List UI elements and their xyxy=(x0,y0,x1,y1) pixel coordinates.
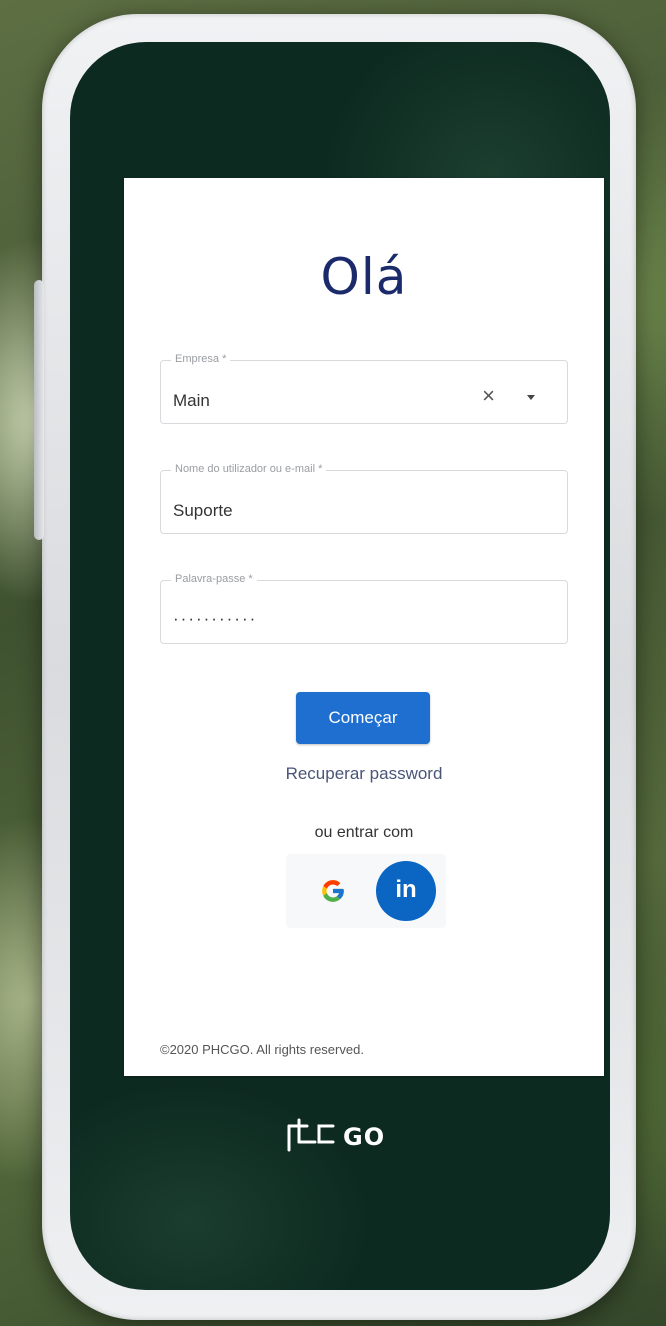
svg-text:GO: GO xyxy=(343,1123,385,1151)
greeting-title: Olá xyxy=(320,248,408,306)
username-field[interactable]: Nome do utilizador ou e-mail * Suporte xyxy=(160,463,568,534)
clear-icon[interactable]: × xyxy=(482,385,495,407)
company-select-label: Empresa * xyxy=(171,353,231,365)
phcgo-logo-icon: GO xyxy=(287,1118,385,1152)
social-login-group: in xyxy=(286,854,446,928)
start-button[interactable]: Começar xyxy=(296,692,430,744)
password-field-label: Palavra-passe * xyxy=(171,573,257,585)
linkedin-login-button[interactable]: in xyxy=(376,861,436,921)
google-login-button[interactable] xyxy=(308,866,358,916)
username-field-value: Suporte xyxy=(173,501,233,520)
copyright-text: ©2020 PHCGO. All rights reserved. xyxy=(160,1042,364,1057)
company-select-value: Main xyxy=(173,391,210,410)
password-field[interactable]: Palavra-passe * ··········· xyxy=(160,573,568,644)
linkedin-icon: in xyxy=(395,876,417,903)
google-icon xyxy=(322,880,344,902)
alternative-login-text: ou entrar com xyxy=(314,824,414,841)
username-field-label: Nome do utilizador ou e-mail * xyxy=(171,463,327,475)
recover-password-link[interactable]: Recuperar password xyxy=(124,764,604,784)
password-field-value: ··········· xyxy=(173,609,258,628)
login-card: Olá Empresa * Main × Nome do utilizador … xyxy=(124,178,604,1076)
phone-side-button xyxy=(34,280,44,540)
chevron-down-icon[interactable] xyxy=(527,395,535,400)
company-select[interactable]: Empresa * Main × xyxy=(160,353,568,424)
